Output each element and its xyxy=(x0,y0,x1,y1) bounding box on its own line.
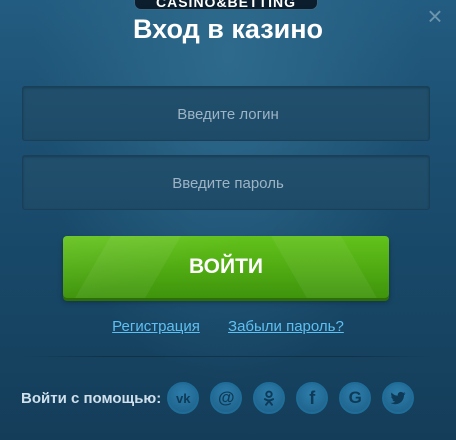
social-login-label: Войти с помощью: xyxy=(21,389,162,407)
button-shine-right xyxy=(271,236,377,298)
login-button[interactable]: ВОЙТИ xyxy=(63,236,389,298)
social-button-mail[interactable]: @ xyxy=(210,382,243,414)
login-modal: CASINO&BETTING × Вход в казино ВОЙТИ Рег… xyxy=(0,0,456,440)
page-title: Вход в казино xyxy=(132,14,324,44)
twitter-icon xyxy=(390,391,406,405)
social-button-google[interactable]: G xyxy=(339,382,372,414)
social-button-facebook[interactable]: f xyxy=(296,382,329,414)
social-button-vk[interactable]: vk xyxy=(167,382,200,414)
at-sign-icon: @ xyxy=(217,388,235,407)
login-button-label: ВОЙТИ xyxy=(189,255,263,278)
login-input[interactable] xyxy=(23,87,433,142)
brand-badge: CASINO&BETTING xyxy=(134,0,318,10)
button-shine-left xyxy=(75,236,181,298)
login-field-wrapper xyxy=(22,86,433,142)
divider xyxy=(22,356,434,357)
social-login-row: Войти с помощью: vk @ f G xyxy=(21,380,425,416)
password-input[interactable] xyxy=(23,156,433,211)
forgot-password-link[interactable]: Забыли пароль? xyxy=(228,318,344,335)
auth-links: Регистрация Забыли пароль? xyxy=(0,318,456,335)
social-button-twitter[interactable] xyxy=(382,382,415,414)
social-button-odnoklassniki[interactable] xyxy=(253,382,286,414)
password-field-wrapper xyxy=(22,155,433,211)
vk-icon: vk xyxy=(176,390,191,406)
register-link[interactable]: Регистрация xyxy=(112,318,200,335)
facebook-icon: f xyxy=(309,387,316,408)
odnoklassniki-icon xyxy=(264,390,275,406)
google-icon: G xyxy=(348,388,362,407)
brand-badge-text: CASINO&BETTING xyxy=(156,0,296,10)
